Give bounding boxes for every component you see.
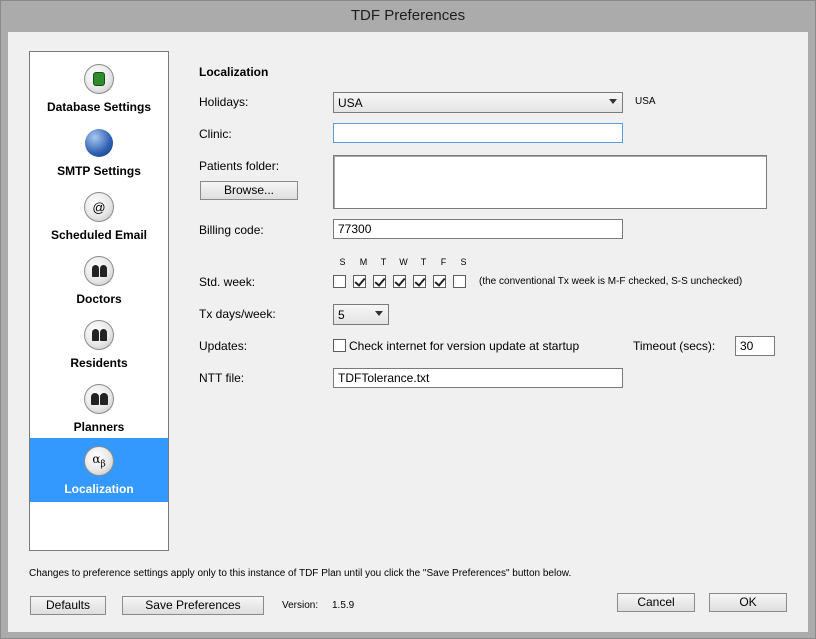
- day-header-sun: S: [339, 257, 346, 267]
- people-icon: [84, 320, 114, 350]
- sidebar-item-doctors[interactable]: Doctors: [30, 248, 168, 312]
- sidebar-item-label: Database Settings: [46, 100, 152, 114]
- day-header-fri: F: [440, 257, 447, 267]
- version-label: Version:: [282, 600, 319, 611]
- ok-button[interactable]: OK: [709, 593, 787, 612]
- std-week-checkbox-tue[interactable]: [373, 275, 386, 288]
- chevron-down-icon: [375, 311, 383, 316]
- footer-notice: Changes to preference settings apply onl…: [29, 568, 572, 579]
- clinic-input[interactable]: [333, 123, 623, 143]
- sidebar-item-localization[interactable]: αβ Localization: [30, 438, 168, 502]
- chevron-down-icon: [609, 99, 617, 104]
- updates-checkbox-label[interactable]: Check internet for version update at sta…: [349, 339, 579, 353]
- sidebar-item-label: Planners: [73, 420, 125, 434]
- sidebar-item-planners[interactable]: Planners: [30, 376, 168, 440]
- cancel-button[interactable]: Cancel: [617, 593, 695, 612]
- std-week-label: Std. week:: [199, 275, 256, 289]
- day-header-wed: W: [399, 257, 408, 267]
- holidays-select-value: USA: [338, 96, 363, 110]
- holidays-label: Holidays:: [199, 95, 249, 109]
- section-heading: Localization: [199, 65, 269, 79]
- std-week-checkbox-thu[interactable]: [413, 275, 426, 288]
- tx-days-label: Tx days/week:: [199, 307, 276, 321]
- std-week-checkbox-sat[interactable]: [453, 275, 466, 288]
- std-week-checkbox-sun[interactable]: [333, 275, 346, 288]
- people-icon: [84, 256, 114, 286]
- day-header-sat: S: [460, 257, 467, 267]
- category-sidebar: Database Settings SMTP Settings @ Schedu…: [29, 51, 169, 551]
- sidebar-item-smtp-settings[interactable]: SMTP Settings: [30, 120, 168, 184]
- sidebar-item-database-settings[interactable]: Database Settings: [30, 56, 168, 120]
- patients-folder-field[interactable]: [333, 155, 767, 209]
- version-value: 1.5.9: [332, 600, 355, 611]
- sidebar-item-label: Localization: [64, 482, 134, 496]
- patients-folder-label: Patients folder:: [199, 159, 280, 173]
- std-week-note: (the conventional Tx week is M-F checked…: [479, 276, 743, 287]
- std-week-checkbox-wed[interactable]: [393, 275, 406, 288]
- alpha-beta-icon: αβ: [84, 446, 114, 476]
- day-header-mon: M: [359, 257, 368, 267]
- billing-code-label: Billing code:: [199, 223, 264, 237]
- billing-code-input[interactable]: 77300: [333, 219, 623, 239]
- sidebar-item-label: Residents: [70, 356, 128, 370]
- window-client-area: Database Settings SMTP Settings @ Schedu…: [8, 32, 808, 632]
- database-icon: [84, 64, 114, 94]
- window-title: TDF Preferences: [1, 1, 815, 32]
- people-icon: [84, 384, 114, 414]
- day-header-thu: T: [420, 257, 427, 267]
- timeout-input[interactable]: 30: [735, 336, 775, 356]
- holidays-select[interactable]: USA: [333, 92, 623, 113]
- sidebar-item-label: Scheduled Email: [50, 228, 148, 242]
- day-header-tue: T: [380, 257, 387, 267]
- ntt-file-label: NTT file:: [199, 371, 245, 385]
- updates-checkbox[interactable]: [333, 339, 346, 352]
- timeout-label: Timeout (secs):: [633, 339, 716, 353]
- clinic-label: Clinic:: [199, 127, 232, 141]
- save-preferences-button[interactable]: Save Preferences: [122, 596, 264, 615]
- at-sign-icon: @: [84, 192, 114, 222]
- sidebar-item-residents[interactable]: Residents: [30, 312, 168, 376]
- ntt-file-input[interactable]: TDFTolerance.txt: [333, 368, 623, 388]
- std-week-checkbox-fri[interactable]: [433, 275, 446, 288]
- updates-label: Updates:: [199, 339, 248, 353]
- sidebar-item-label: Doctors: [76, 292, 122, 306]
- holidays-note: USA: [635, 96, 656, 107]
- globe-icon: [84, 128, 114, 158]
- sidebar-item-scheduled-email[interactable]: @ Scheduled Email: [30, 184, 168, 248]
- browse-button[interactable]: Browse...: [200, 181, 298, 200]
- sidebar-item-label: SMTP Settings: [57, 164, 141, 178]
- std-week-checkbox-mon[interactable]: [353, 275, 366, 288]
- tx-days-select-value: 5: [338, 308, 345, 322]
- defaults-button[interactable]: Defaults: [30, 596, 106, 615]
- preferences-window: TDF Preferences Database Settings SMTP S…: [0, 0, 816, 639]
- tx-days-select[interactable]: 5: [333, 304, 389, 325]
